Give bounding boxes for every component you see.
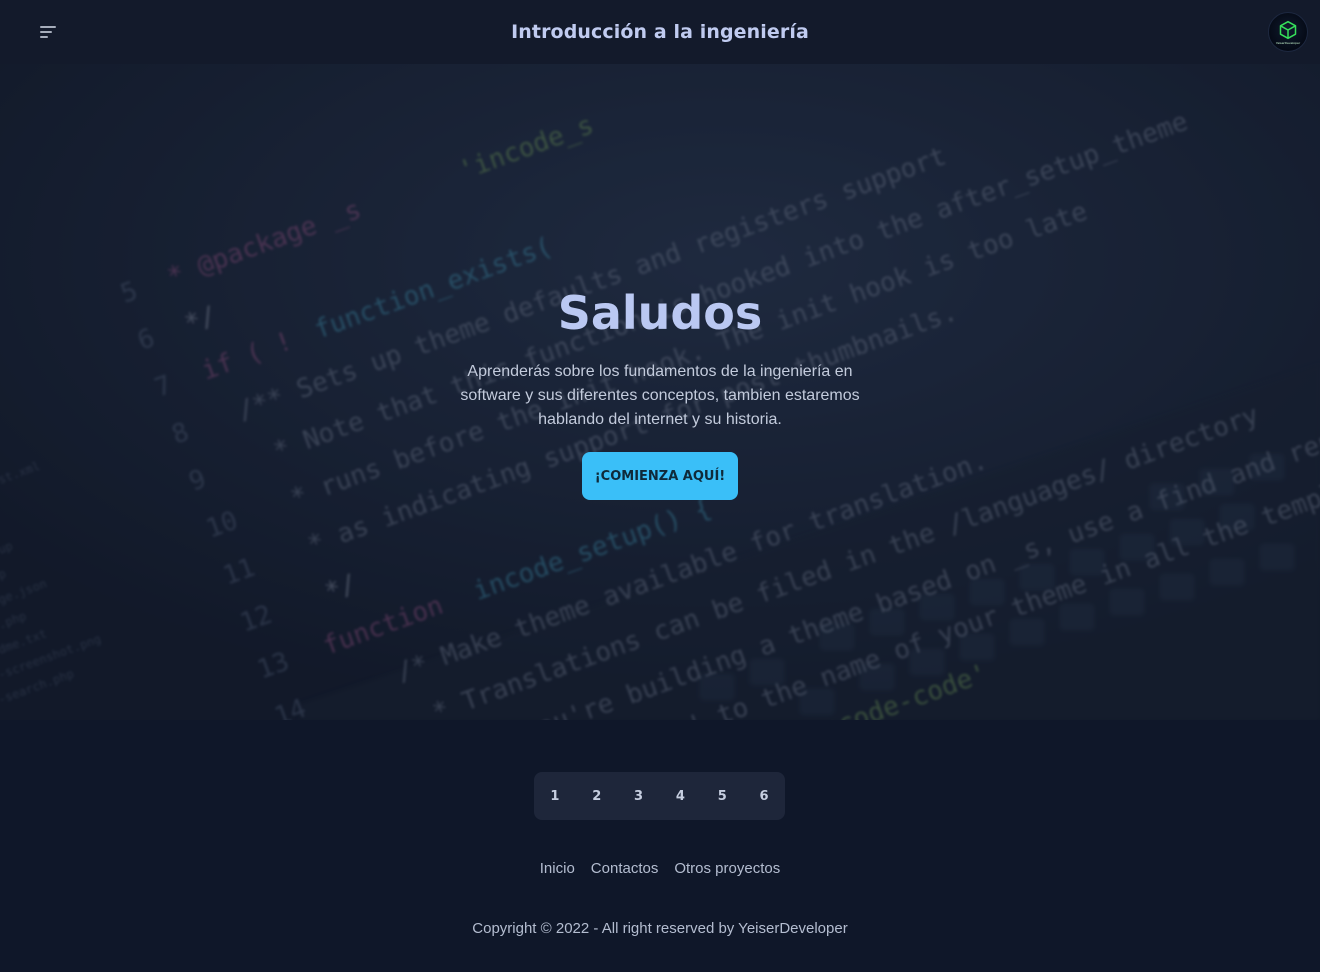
- page-button-1[interactable]: 1: [534, 772, 576, 820]
- hero-description: Aprenderás sobre los fundamentos de la i…: [460, 363, 860, 428]
- page-button-6[interactable]: 6: [743, 772, 785, 820]
- start-here-button[interactable]: ¡COMIENZA AQUÍ!: [582, 452, 738, 500]
- avatar-logo-text: YeiserDeveloper: [1275, 40, 1301, 45]
- footer-link-contactos[interactable]: Contactos: [591, 860, 659, 877]
- footer-links: Inicio Contactos Otros proyectos: [0, 860, 1320, 877]
- cube-icon: [1279, 20, 1297, 39]
- pagination: 1 2 3 4 5 6: [534, 772, 785, 820]
- site-title[interactable]: Introducción a la ingeniería: [0, 21, 1320, 43]
- page-button-5[interactable]: 5: [701, 772, 743, 820]
- navbar: Introducción a la ingeniería YeiserDevel…: [0, 0, 1320, 64]
- hero-title: Saludos: [557, 286, 763, 340]
- page-button-2[interactable]: 2: [576, 772, 618, 820]
- page-button-3[interactable]: 3: [618, 772, 660, 820]
- hero-banner: st.xml up p ge.json .php dme.txt -screen…: [0, 64, 1320, 720]
- avatar[interactable]: YeiserDeveloper: [1268, 12, 1308, 52]
- footer-link-otros-proyectos[interactable]: Otros proyectos: [674, 860, 780, 877]
- page-button-4[interactable]: 4: [659, 772, 701, 820]
- hero-content: Saludos Aprenderás sobre los fundamentos…: [0, 64, 1320, 720]
- copyright-text: Copyright © 2022 - All right reserved by…: [472, 920, 848, 937]
- footer-link-inicio[interactable]: Inicio: [540, 860, 575, 877]
